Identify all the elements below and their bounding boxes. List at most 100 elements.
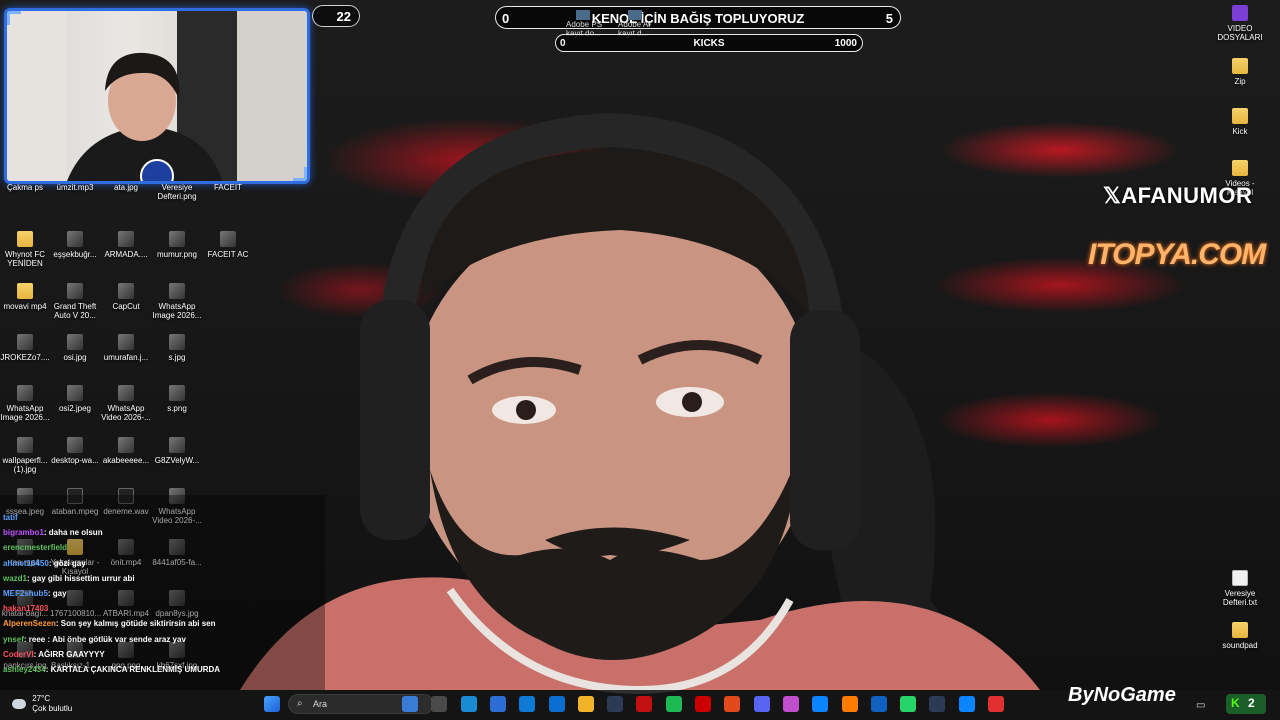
taskbar-app-icon[interactable] [489,696,506,712]
cloud-icon [12,699,26,709]
desktop-icon[interactable]: wallpaperfl... (1).jpg [0,436,50,474]
chat-text: : gay [47,589,67,598]
desktop-icon[interactable]: ata.jpg [101,164,151,192]
desktop-icon-label: akabeeeee... [102,455,150,465]
desktop-icon[interactable]: CapCut [101,282,151,311]
taskbar-app-icon[interactable] [900,696,917,712]
taskbar-app-icon[interactable] [782,696,799,712]
thumb-icon [118,385,134,402]
desktop-icon[interactable]: WhatsApp Image 2026... [0,385,50,422]
chat-text: : gay gibi hissettim urrur abi [27,573,135,583]
taskbar-app-icon[interactable] [724,696,741,712]
taskbar-app-icon[interactable] [577,696,594,712]
search-placeholder: Ara [313,699,328,709]
taskbar-app-icon[interactable] [636,696,653,712]
desktop-icon[interactable]: desktop-wa... [50,436,100,465]
desktop-icon-label: movavi mp4 [3,301,47,311]
overlay-icon-label: Adobe PS [566,20,603,29]
chat-message: ahmet16450: gözi gay [3,558,86,570]
thumb-icon [1232,5,1248,21]
folder-icon [17,231,33,248]
thumb-icon [169,385,185,402]
desktop-icon[interactable]: G8ZVelyW... [152,436,202,465]
desktop-icon[interactable]: Zip [1215,58,1265,86]
taskbar-app-icon[interactable] [695,696,711,712]
viewer-counter: 22 [312,5,360,27]
desktop-icon-label: Zip [1234,77,1246,86]
chat-username: erencmesterfield [3,543,68,553]
desktop-icon-label: umurafan.j... [103,352,149,362]
donation-goal-bar: 0 KENOL İÇİN BAĞIŞ TOPLUYORUZ 5 [495,6,901,29]
chat-text: : KARTALA ÇAKINCA RENKLENMİŞ UMURDA [45,665,221,674]
desktop-icon-label: Çakma ps [6,183,43,192]
taskbar-app-icon[interactable] [460,696,477,712]
desktop-icon-label: eşşekbuğr... [53,250,97,260]
chat-text: : reee : Abi önbe götlük var sende araz … [23,634,186,644]
taskbar-app-icon[interactable] [753,696,770,712]
desktop-icon[interactable]: Kick [1215,108,1265,136]
desktop-icon[interactable]: JROKEZo7.... [0,333,50,362]
desktop-icon-label: ARMADA.... [104,250,148,260]
desktop-icon-label: WhatsApp Video 2026-... [101,404,151,423]
desktop-icon[interactable]: osi2.jpeg [50,385,100,413]
desktop-icon[interactable]: umurafan.j... [101,333,151,362]
desktop-icon[interactable]: movavi mp4 [0,282,50,311]
taskbar-app-icon[interactable] [958,696,975,712]
desktop-icon[interactable]: ümzit.mp3 [50,164,100,192]
x-handle: 𝕏AFANUMOR [1103,183,1253,208]
desktop-icon[interactable]: s.png [152,385,202,413]
thumb-icon [67,385,83,402]
desktop-icon[interactable]: FACEIT [203,164,253,192]
desktop-icon-label: FACEIT [213,183,242,192]
desktop-icon[interactable]: VIDEO DOSYALARI [1215,5,1265,42]
desktop-icon[interactable]: Whynot FC YENİDEN [0,231,50,268]
chat-overlay: tatif bigrambo1: daha ne olsun erencmester… [0,495,325,690]
desktop-icon[interactable]: Grand Theft Auto V 20... [50,282,100,320]
taskbar-app-icon[interactable] [402,696,418,712]
windows-start-icon[interactable] [264,696,280,712]
weather-desc: Çok bulutlu [32,704,73,713]
desktop-icon-label: s.png [167,404,187,414]
tray-monitor-icon[interactable]: ▭ [1196,700,1205,711]
desktop-icon-label: mumur.png [156,250,198,260]
chat-username: MEF2shub5 [3,589,48,598]
app-icon [628,10,642,20]
taskbar-app-icon[interactable] [988,696,1004,712]
desktop-icon-label: Whynot FC YENİDEN [4,250,45,269]
desktop-icon[interactable]: Veresiye Defteri.txt [1215,570,1265,607]
chat-username: AlperenSezen [3,619,56,629]
taskbar-app-icon[interactable] [607,696,624,712]
desktop-icon-label: Veresiye Defteri.png [157,183,197,201]
desktop-icon[interactable]: WhatsApp Video 2026-... [101,385,151,422]
desktop-icon[interactable]: eşşekbuğr... [50,231,100,259]
x-handle-name: AFANUMOR [1121,183,1253,208]
chat-username: ahmet16450 [3,558,49,568]
desktop-icon[interactable]: s.jpg [152,333,202,362]
doc-icon [1232,570,1248,586]
taskbar-app-icon[interactable] [431,696,448,712]
desktop-icon[interactable]: ARMADA.... [101,231,151,259]
chat-username: wazd1 [3,573,28,583]
desktop-icon[interactable]: mumur.png [152,231,202,259]
folder-icon [1232,622,1248,638]
taskbar-app-icon[interactable] [841,696,858,712]
folder-icon [1232,58,1248,74]
taskbar-app-icon[interactable] [665,696,682,712]
taskbar-app-icon[interactable] [519,696,536,712]
desktop-icon[interactable]: WhatsApp Image 2026... [152,282,202,320]
desktop-icon[interactable]: FACEIT AC [203,231,253,259]
chat-message: hakan17403 [3,603,48,615]
desktop-icon[interactable]: soundpad [1215,622,1265,650]
taskbar-app-icon[interactable] [548,696,565,712]
desktop-icon[interactable]: akabeeeee... [101,436,151,465]
taskbar-app-icon[interactable] [812,696,829,712]
weather-widget[interactable]: 27°C Çok bulutlu [12,694,72,714]
desktop-icon[interactable]: Çakma ps [0,164,50,192]
thumb-icon [67,231,83,248]
desktop-icon[interactable]: Veresiye Defteri.png [152,164,202,201]
desktop-icon-label: s.jpg [168,352,186,362]
taskbar-app-icon[interactable] [870,696,887,712]
bynogame-logo: ByNoGame [1068,684,1176,706]
taskbar-app-icon[interactable] [929,696,946,712]
desktop-icon[interactable]: osi.jpg [50,333,100,362]
